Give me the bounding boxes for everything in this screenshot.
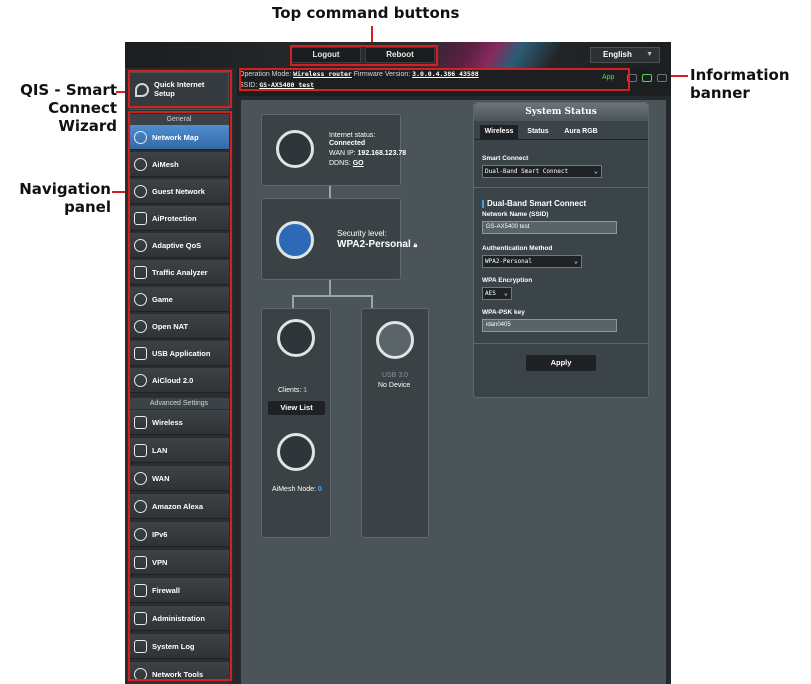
smart-connect-value: Dual-Band Smart Connect: [485, 168, 569, 175]
wan-ip-line: WAN IP: 192.168.123.78: [329, 149, 406, 158]
ddns-line: DDNS: GO: [329, 159, 364, 168]
highlight-info-banner: [239, 68, 630, 91]
wpa-psk-label: WPA-PSK key: [482, 309, 525, 316]
aimesh-node-label: AiMesh Node:: [272, 486, 316, 493]
highlight-top-buttons: [290, 45, 438, 66]
apply-divider: [474, 343, 648, 344]
ddns-go-link[interactable]: GO: [353, 160, 364, 167]
connector-line: [329, 186, 331, 198]
annotation-nav-2: panel: [64, 198, 111, 216]
main-content: Internet status: Connected WAN IP: 192.1…: [241, 100, 666, 684]
clients-card[interactable]: Clients: 1 View List AiMesh Node: 0: [261, 308, 331, 538]
network-status-icon[interactable]: [642, 74, 652, 82]
highlight-qis: [128, 70, 232, 108]
highlight-navigation: [128, 111, 232, 681]
section-marker: [482, 199, 484, 208]
link-status-icon[interactable]: [657, 74, 667, 82]
clients-label: Clients:: [278, 387, 302, 394]
ddns-label: DDNS:: [329, 160, 351, 167]
system-status-panel: System Status Wireless Status Aura RGB S…: [473, 102, 649, 398]
connector-line: [329, 280, 331, 295]
ssid-input[interactable]: GS-AX5400 test: [482, 221, 617, 234]
connector-line: [371, 295, 373, 308]
chevron-down-icon: ⌄: [593, 167, 598, 175]
annotation-qis-2: Connect: [48, 99, 117, 117]
router-icon: [276, 221, 314, 259]
wan-ip-value: 192.168.123.78: [357, 150, 407, 157]
globe-icon: [276, 130, 314, 168]
connector-line: [292, 295, 294, 308]
wpa-encryption-select[interactable]: AES ⌄: [482, 287, 512, 300]
security-value: WPA2-Personal: [337, 239, 411, 250]
wpa-encryption-value: AES: [485, 290, 496, 297]
apply-button[interactable]: Apply: [526, 355, 596, 371]
auth-method-value: WPA2-Personal: [485, 258, 532, 265]
internet-status-card[interactable]: Internet status: Connected WAN IP: 192.1…: [261, 114, 406, 186]
router-security-card[interactable]: Security level: WPA2-Personal 🔒︎: [261, 198, 417, 280]
connector-line: [292, 295, 372, 297]
smart-connect-select[interactable]: Dual-Band Smart Connect ⌄: [482, 165, 602, 178]
annotation-top-buttons: Top command buttons: [272, 4, 460, 22]
annotation-info-2: banner: [690, 84, 750, 102]
usb-status: No Device: [378, 382, 411, 389]
wpa-encryption-label: WPA Encryption: [482, 277, 533, 284]
chevron-down-icon: ▼: [646, 51, 653, 58]
auth-method-label: Authentication Method: [482, 245, 553, 252]
usb-icon: [376, 321, 414, 359]
aimesh-node-line: AiMesh Node: 0: [272, 485, 322, 494]
clients-count[interactable]: 1: [303, 387, 307, 394]
view-list-button[interactable]: View List: [268, 401, 325, 415]
aimesh-node-icon: [277, 433, 315, 471]
dual-band-section-title: Dual-Band Smart Connect: [482, 199, 586, 208]
system-status-title: System Status: [474, 103, 648, 121]
wpa-psk-input[interactable]: idan0405: [482, 319, 617, 332]
chevron-down-icon: ⌄: [503, 289, 508, 297]
internet-status-value: Connected: [329, 140, 366, 147]
section-divider: [474, 187, 648, 188]
smart-connect-label: Smart Connect: [482, 155, 529, 162]
auth-method-select[interactable]: WPA2-Personal ⌄: [482, 255, 582, 268]
annotation-qis-3: Wizard: [58, 117, 117, 135]
usb-label: USB 3.0: [382, 372, 409, 379]
security-level-value: WPA2-Personal 🔒︎: [337, 239, 417, 252]
security-level-label: Security level:: [337, 229, 387, 238]
annotation-qis-1: QIS - Smart: [20, 81, 117, 99]
aimesh-node-count[interactable]: 0: [318, 486, 322, 493]
chevron-down-icon: ⌄: [573, 257, 578, 265]
section-title-text: Dual-Band Smart Connect: [487, 199, 587, 208]
language-value: English: [603, 50, 632, 59]
annotation-nav-1: Navigation: [19, 180, 111, 198]
clients-line: Clients: 1: [278, 386, 307, 395]
usb-card[interactable]: USB 3.0 No Device: [361, 308, 429, 538]
wan-ip-label: WAN IP:: [329, 150, 356, 157]
tab-aura-rgb[interactable]: Aura RGB: [558, 125, 604, 139]
language-select[interactable]: English ▼: [590, 47, 660, 63]
annotation-info-1: Information: [690, 66, 790, 84]
tab-divider: [474, 139, 648, 140]
ssid-field-label: Network Name (SSID): [482, 211, 549, 218]
tab-wireless[interactable]: Wireless: [480, 125, 518, 139]
header-decoration: [425, 42, 575, 68]
tab-status[interactable]: Status: [522, 125, 554, 139]
monitor-icon: [277, 319, 315, 357]
lock-icon: 🔒︎: [413, 242, 418, 249]
